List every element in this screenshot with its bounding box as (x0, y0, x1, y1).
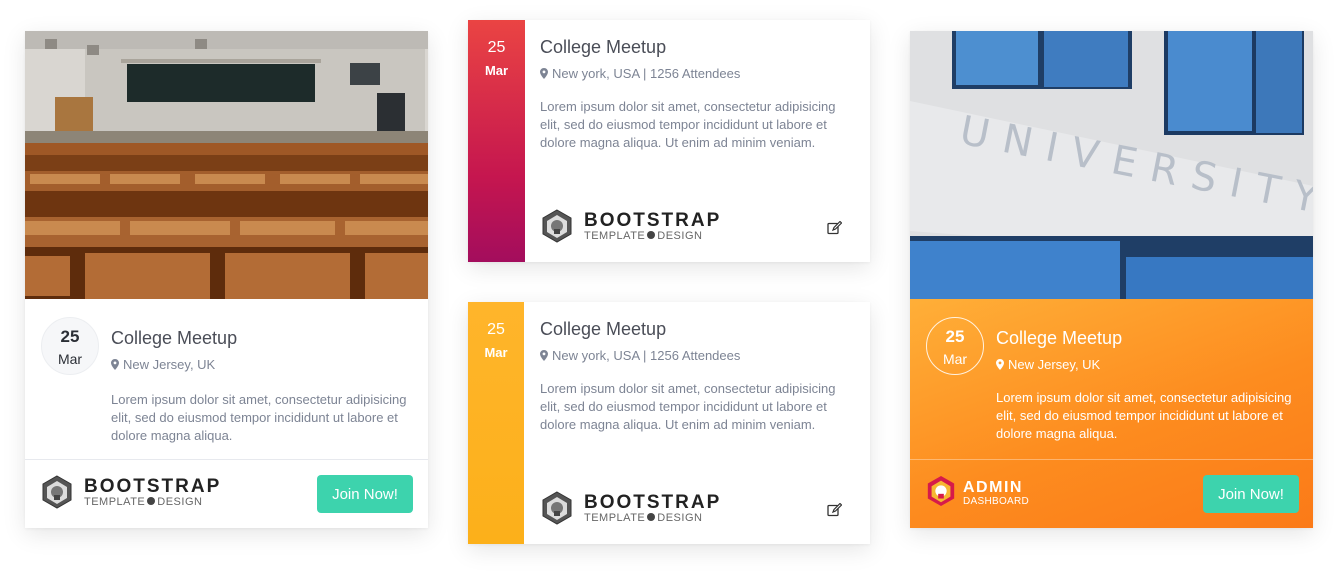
map-pin-icon (111, 359, 119, 370)
event-location-text: New Jersey, UK (123, 357, 216, 372)
brand-subtitle: TEMPLATE DESIGN (84, 496, 202, 508)
event-day: 25 (60, 327, 80, 346)
date-stripe: 25 Mar (468, 302, 524, 544)
bootstrap-template-logo: BOOTSTRAP TEMPLATE DESIGN (540, 491, 740, 527)
brand-name: BOOTSTRAP (84, 476, 222, 497)
event-title: College Meetup (111, 328, 238, 348)
brand-dot (647, 513, 656, 521)
event-day: 25 (945, 327, 965, 346)
edit-icon[interactable] (827, 503, 842, 517)
event-location-text: New Jersey, UK (1008, 357, 1101, 372)
event-location: New york, USA | 1256 Attendees (540, 348, 740, 363)
brand-subtitle-right: DESIGN (657, 230, 703, 242)
event-month: Mar (484, 345, 508, 360)
event-description: Lorem ipsum dolor sit amet, consectetur … (540, 99, 836, 150)
lion-logo-icon (542, 209, 572, 243)
event-title: College Meetup (540, 37, 667, 57)
map-pin-icon (540, 350, 548, 361)
event-card-red: 25 Mar College Meetup New york, USA | 12… (468, 20, 870, 262)
bootstrap-template-logo: BOOTSTRAP TEMPLATE DESIGN (40, 475, 240, 515)
event-day: 25 (487, 39, 506, 56)
lion-logo-icon (42, 475, 72, 509)
event-location: New york, USA | 1256 Attendees (540, 66, 740, 81)
brand-subtitle-left: TEMPLATE (584, 230, 646, 242)
card-divider (910, 459, 1313, 460)
bootstrap-template-logo: BOOTSTRAP TEMPLATE DESIGN (540, 209, 740, 245)
date-stripe: 25 Mar (468, 20, 525, 262)
event-location: New Jersey, UK (996, 357, 1100, 372)
brand-subtitle: TEMPLATE DESIGN (584, 230, 702, 242)
event-month: Mar (484, 63, 509, 78)
brand-subtitle-left: TEMPLATE (584, 512, 646, 524)
brand-subtitle-right: DESIGN (157, 496, 203, 508)
brand-name: ADMIN (963, 479, 1023, 496)
brand-subtitle-right: DESIGN (657, 512, 703, 524)
event-day: 25 (487, 321, 505, 338)
event-description: Lorem ipsum dolor sit amet, consectetur … (996, 390, 1292, 441)
event-card-yellow: 25 Mar College Meetup New york, USA | 12… (468, 302, 870, 544)
join-now-button[interactable]: Join Now! (1203, 475, 1299, 513)
brand-name: BOOTSTRAP (584, 210, 722, 231)
event-card-university: UNIVERSITY 25 Mar College Meetup New Jer… (910, 31, 1313, 528)
brand-dot (147, 497, 156, 505)
lecture-hall-photo (25, 31, 428, 299)
brand-subtitle-left: TEMPLATE (84, 496, 146, 508)
event-description: Lorem ipsum dolor sit amet, consectetur … (540, 381, 836, 432)
event-month: Mar (942, 351, 968, 367)
card-divider (25, 459, 428, 460)
event-location-text: New york, USA | 1256 Attendees (552, 348, 741, 363)
admin-dashboard-logo: ADMIN DASHBOARD (925, 475, 1105, 511)
event-title: College Meetup (996, 328, 1123, 348)
lion-logo-icon (542, 491, 572, 525)
brand-name: BOOTSTRAP (584, 492, 722, 513)
event-date-badge: 25 Mar (926, 317, 984, 375)
event-date-badge: 25 Mar (41, 317, 99, 375)
lion-logo-icon (927, 475, 955, 507)
brand-dot (647, 231, 656, 239)
join-now-button[interactable]: Join Now! (317, 475, 413, 513)
brand-subtitle: DASHBOARD (963, 496, 1030, 507)
event-location-text: New york, USA | 1256 Attendees (552, 66, 741, 81)
event-title: College Meetup (540, 319, 667, 339)
event-month: Mar (57, 351, 83, 367)
event-card-lecture-hall: 25 Mar College Meetup New Jersey, UK Lor… (25, 31, 428, 528)
map-pin-icon (540, 68, 548, 79)
event-description: Lorem ipsum dolor sit amet, consectetur … (111, 392, 407, 443)
edit-icon[interactable] (827, 221, 842, 235)
event-location: New Jersey, UK (111, 357, 215, 372)
brand-subtitle: TEMPLATE DESIGN (584, 512, 702, 524)
map-pin-icon (996, 359, 1004, 370)
university-building-photo: UNIVERSITY (910, 31, 1313, 299)
